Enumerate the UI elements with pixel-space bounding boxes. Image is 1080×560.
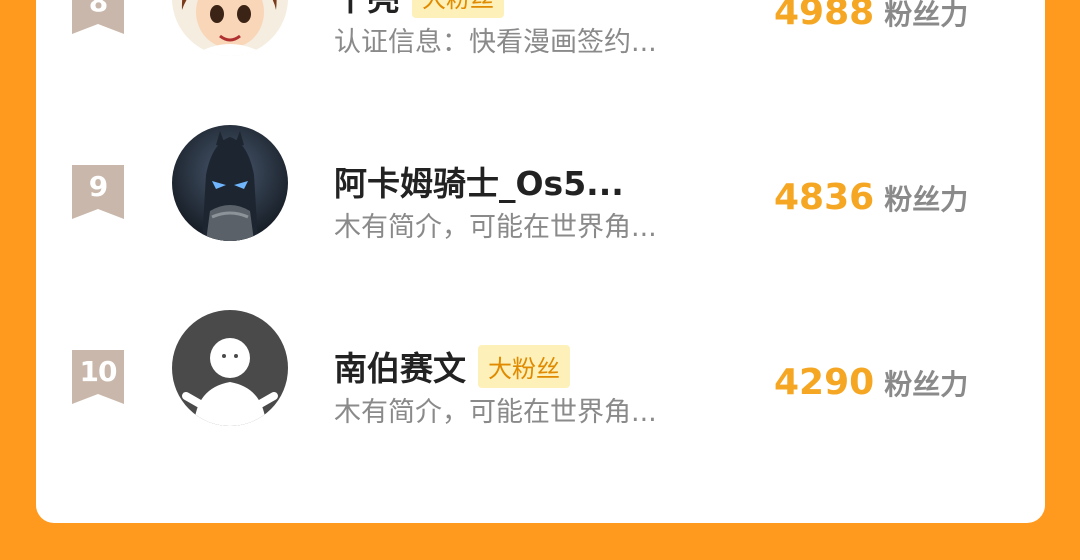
fan-power: 4290 粉丝力 bbox=[774, 362, 968, 403]
fan-power: 4988 粉丝力 bbox=[774, 0, 968, 33]
user-name[interactable]: 南伯赛文 bbox=[334, 342, 466, 390]
default-user-avatar-icon bbox=[172, 310, 288, 426]
user-name-line: 南伯赛文 大粉丝 bbox=[334, 340, 570, 392]
fan-power-unit: 粉丝力 bbox=[884, 0, 969, 31]
anime-girl-avatar-icon bbox=[172, 0, 288, 56]
fan-power-unit: 粉丝力 bbox=[884, 368, 969, 401]
list-item-rank-10[interactable]: 10 南伯赛文 大粉丝 木有简介，可能在世界角... 4290 粉丝力 bbox=[36, 310, 1045, 480]
list-item-rank-8[interactable]: 8 千亮 大粉丝 认证信息：快看漫画签约... bbox=[36, 0, 1045, 110]
user-name[interactable]: 千亮 bbox=[334, 0, 400, 20]
avatar[interactable] bbox=[172, 310, 288, 426]
rank-number: 8 bbox=[88, 0, 109, 18]
rank-ribbon: 8 bbox=[72, 0, 124, 34]
fan-badge: 大粉丝 bbox=[412, 0, 504, 18]
list-item-rank-9[interactable]: 9 阿卡姆骑士_Os5... 木有简介，可能在世界角... 4836 粉丝力 bbox=[36, 125, 1045, 295]
fan-badge: 大粉丝 bbox=[478, 344, 570, 388]
user-name-line: 阿卡姆骑士_Os5... bbox=[334, 155, 624, 207]
avatar[interactable] bbox=[172, 0, 288, 56]
user-bio: 木有简介，可能在世界角... bbox=[334, 212, 657, 243]
fan-power-unit: 粉丝力 bbox=[884, 183, 969, 216]
fan-power-value: 4290 bbox=[774, 362, 875, 403]
rank-number: 10 bbox=[79, 355, 118, 388]
rank-ribbon: 10 bbox=[72, 350, 124, 404]
user-name-line: 千亮 大粉丝 bbox=[334, 0, 504, 22]
ranking-card: 8 千亮 大粉丝 认证信息：快看漫画签约... bbox=[36, 0, 1045, 523]
fan-power-value: 4988 bbox=[774, 0, 875, 33]
rank-ribbon: 9 bbox=[72, 165, 124, 219]
rank-number: 9 bbox=[88, 170, 109, 203]
user-bio: 木有简介，可能在世界角... bbox=[334, 397, 657, 428]
fan-power-value: 4836 bbox=[774, 177, 875, 218]
dark-knight-avatar-icon bbox=[172, 125, 288, 241]
fan-power: 4836 粉丝力 bbox=[774, 177, 968, 218]
page-background: 8 千亮 大粉丝 认证信息：快看漫画签约... bbox=[0, 0, 1080, 560]
user-bio: 认证信息：快看漫画签约... bbox=[334, 27, 657, 58]
user-name[interactable]: 阿卡姆骑士_Os5... bbox=[334, 157, 624, 205]
avatar[interactable] bbox=[172, 125, 288, 241]
